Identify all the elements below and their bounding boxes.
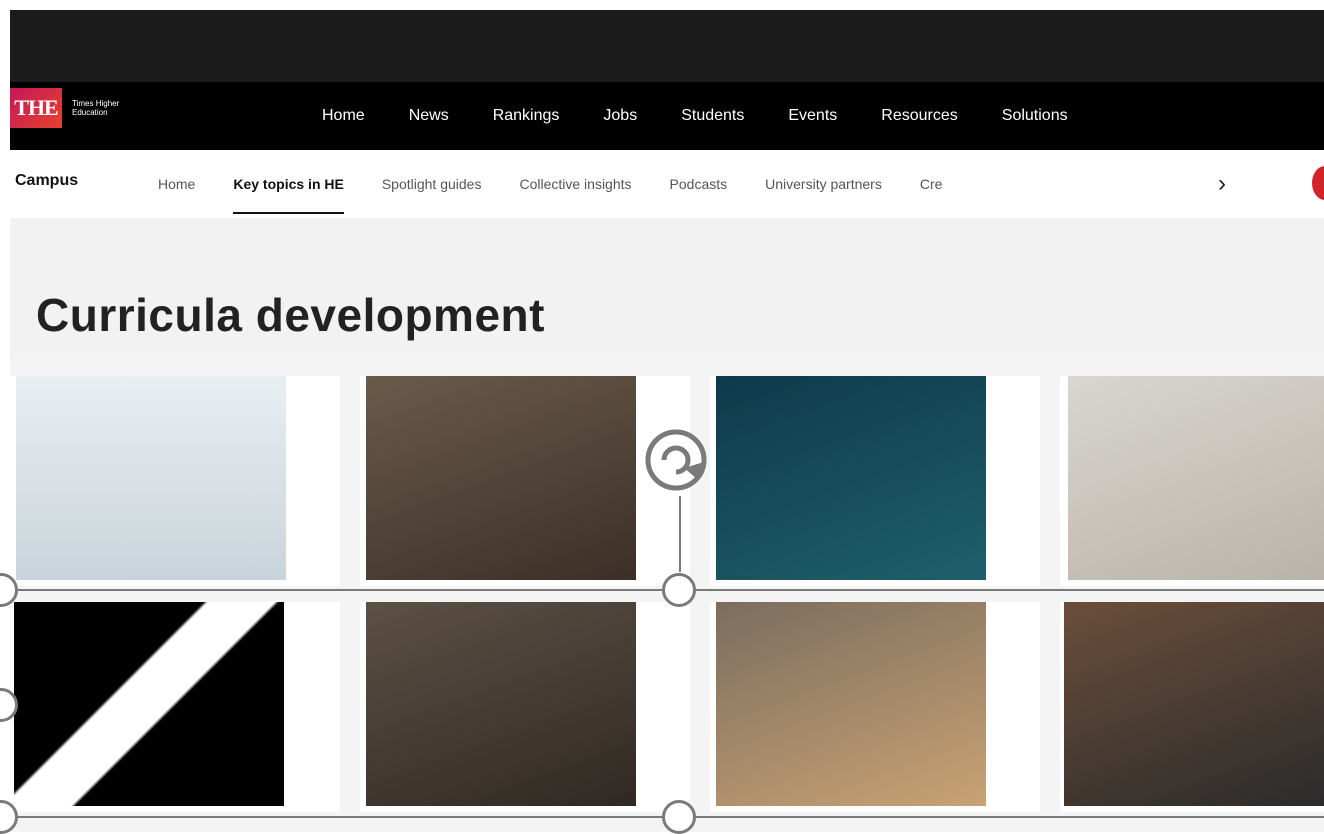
nav-students[interactable]: Students — [681, 107, 744, 125]
image-card[interactable] — [1060, 376, 1324, 586]
rotate-connector — [679, 496, 681, 572]
the-logo[interactable]: THE Times Higher Education — [10, 88, 132, 128]
image-card[interactable] — [10, 602, 340, 812]
nav-home[interactable]: Home — [322, 107, 365, 125]
nav-events[interactable]: Events — [788, 107, 837, 125]
logo-mark: THE — [10, 88, 62, 128]
subnav-spotlight-guides[interactable]: Spotlight guides — [382, 176, 482, 192]
piano-hand-photo — [14, 602, 284, 806]
image-card[interactable] — [10, 376, 340, 586]
subnav-university-partners[interactable]: University partners — [765, 176, 882, 192]
subnav-collective-insights[interactable]: Collective insights — [519, 176, 631, 192]
speaker-microphone-photo — [716, 376, 986, 580]
page-title: Curricula development — [36, 289, 545, 341]
mentor-student-photo — [1064, 602, 1324, 806]
sticky-note-laptop-photo — [1068, 376, 1324, 580]
browser-top-bar — [10, 10, 1324, 82]
nav-news[interactable]: News — [409, 107, 449, 125]
image-card[interactable] — [1060, 602, 1324, 812]
profile-badge-icon[interactable] — [1312, 166, 1324, 200]
nav-resources[interactable]: Resources — [881, 107, 957, 125]
subnav-cre[interactable]: Cre — [920, 176, 943, 192]
rotate-handle-icon[interactable] — [644, 428, 708, 492]
subnav-key-topics[interactable]: Key topics in HE — [233, 176, 345, 214]
subnav-home[interactable]: Home — [158, 176, 195, 192]
campus-subnav: Campus Home Key topics in HE Spotlight g… — [10, 150, 1324, 218]
image-card[interactable] — [360, 376, 690, 586]
nav-solutions[interactable]: Solutions — [1002, 107, 1068, 125]
nav-jobs[interactable]: Jobs — [603, 107, 637, 125]
team-globe-photo — [366, 376, 636, 580]
image-card[interactable] — [710, 376, 1040, 586]
team-globe-photo-2 — [366, 602, 636, 806]
image-card[interactable] — [710, 602, 1040, 812]
image-card[interactable] — [360, 602, 690, 812]
logo-subtitle: Times Higher Education — [72, 99, 120, 117]
resize-handle-bottom[interactable] — [662, 800, 696, 834]
meeting-room-photo — [716, 602, 986, 806]
subnav-podcasts[interactable]: Podcasts — [670, 176, 728, 192]
chevron-right-icon[interactable]: › — [1218, 170, 1226, 198]
page-hero: Curricula development — [10, 218, 1324, 358]
campus-brand[interactable]: Campus — [15, 172, 78, 190]
resize-handle-middle[interactable] — [662, 573, 696, 607]
student-walking-photo — [16, 376, 286, 580]
nav-rankings[interactable]: Rankings — [493, 107, 560, 125]
main-navbar: THE Times Higher Education Home News Ran… — [10, 82, 1324, 150]
